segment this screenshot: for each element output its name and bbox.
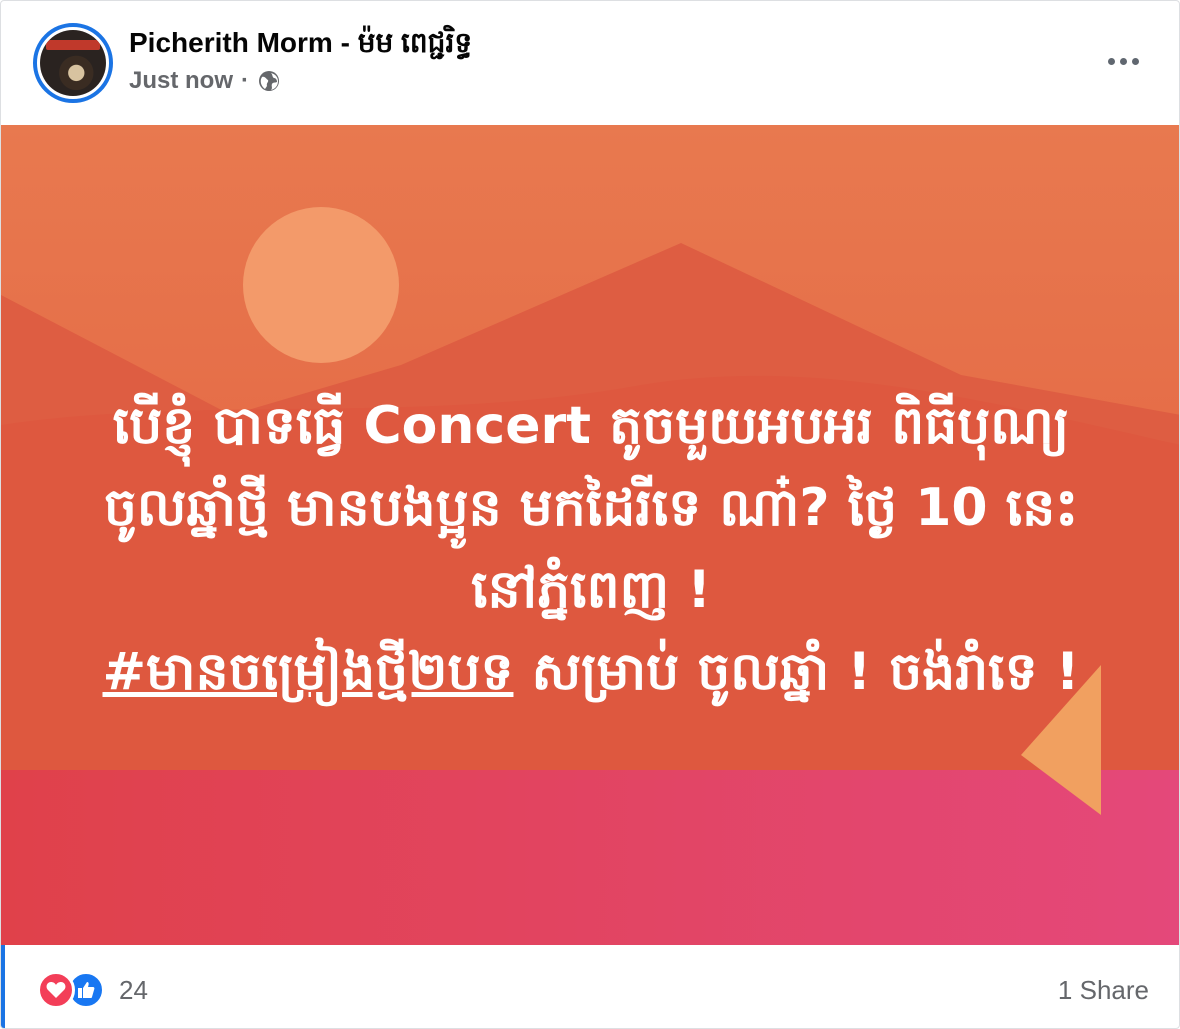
post-meta: Just now · [129,67,281,95]
share-count[interactable]: 1 Share [1058,975,1149,1006]
globe-icon[interactable] [257,69,281,93]
post-text: បើខ្ញុំ បាទធ្វើ Concert តូចមួយអបអរ ពិធីប… [31,385,1151,713]
post-timestamp[interactable]: Just now [129,67,233,95]
hashtag-link[interactable]: #មានចម្រៀងថ្មី២បទ [102,642,513,702]
avatar-banner [46,40,100,50]
post-header: Picherith Morm - ម៉ម ពេជ្ជរិទ្ធ Just now… [1,1,1179,125]
post-footer: 24 1 Share [1,945,1179,1028]
avatar-image [40,30,106,96]
more-options-icon[interactable] [1101,47,1145,75]
avatar[interactable] [33,23,113,103]
sun-shape [243,207,399,363]
post-background-image[interactable]: បើខ្ញុំ បាទធ្វើ Concert តូចមួយអបអរ ពិធីប… [1,125,1179,945]
reaction-count: 24 [119,974,148,1005]
post-text-line-2: ចូលឆ្នាំថ្មី មានបងប្អូន មកដៃរីទេ ណា៎? ថ្… [103,478,1079,538]
post-text-line-3: នៅភ្នំពេញ ! [471,560,711,620]
post-text-line-4: #មានចម្រៀងថ្មី២បទ សម្រាប់ ចូលឆ្នាំ ! ចង់… [31,631,1151,713]
post-text-line-1: បើខ្ញុំ បាទធ្វើ Concert តូចមួយអបអរ ពិធីប… [112,396,1070,456]
water-shape [1,770,1179,945]
post-text-line-4-rest: សម្រាប់ ចូលឆ្នាំ ! ចង់រាំទេ ! [513,642,1080,702]
post-card: Picherith Morm - ម៉ម ពេជ្ជរិទ្ធ Just now… [0,0,1180,1029]
meta-separator: · [241,67,250,94]
author-name[interactable]: Picherith Morm - ម៉ម ពេជ្ជរិទ្ធ [129,25,472,66]
love-icon [37,971,75,1009]
reactions-summary[interactable]: 24 [37,971,148,1009]
